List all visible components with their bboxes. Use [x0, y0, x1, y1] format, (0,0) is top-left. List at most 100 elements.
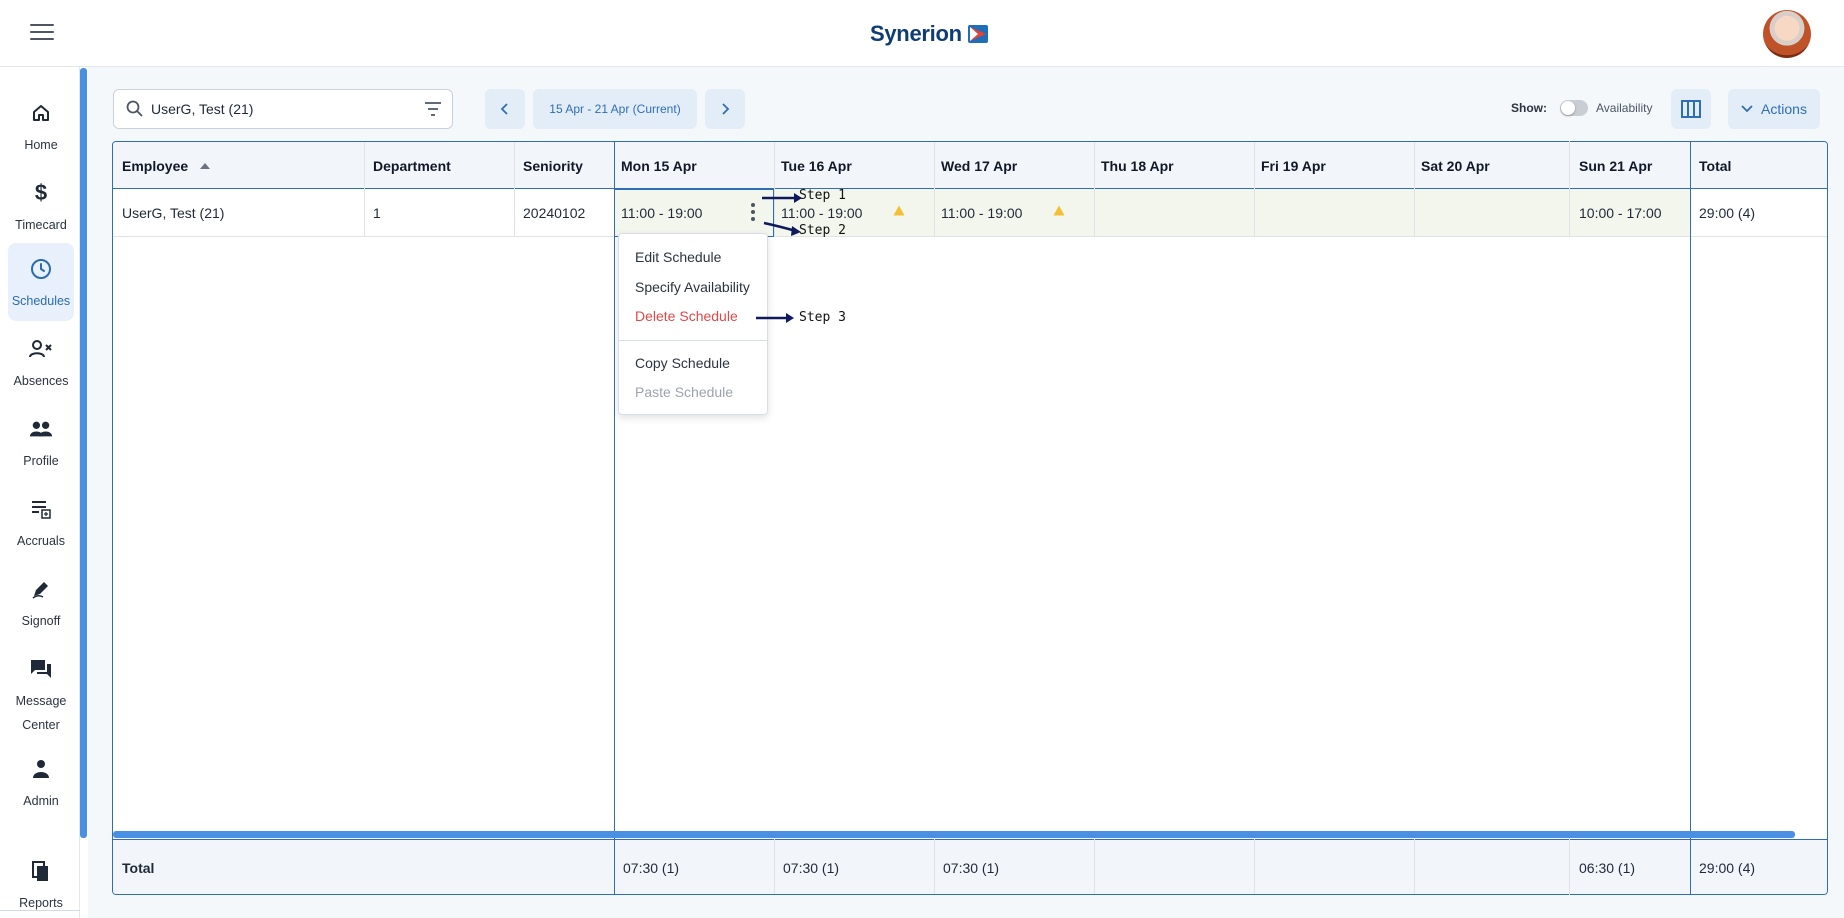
nav-label: Absences	[13, 374, 69, 388]
nav-item-profile[interactable]: Profile	[8, 403, 74, 481]
menu-copy-schedule[interactable]: Copy Schedule	[635, 355, 730, 371]
col-divider	[1569, 838, 1570, 895]
availability-toggle[interactable]	[1560, 100, 1588, 116]
step-3-arrow	[756, 313, 794, 323]
home-icon	[29, 101, 53, 125]
total-fri	[1254, 839, 1414, 894]
column-settings-button[interactable]	[1671, 89, 1711, 129]
nav-label-line2: Center	[22, 718, 60, 732]
step-3-annotation: Step 3	[799, 310, 846, 325]
previous-week-button[interactable]	[485, 89, 525, 129]
clock-icon	[29, 257, 53, 281]
sort-ascending-icon[interactable]	[200, 162, 211, 169]
nav-label-line1: Message	[15, 694, 67, 708]
chevron-right-icon	[722, 103, 730, 115]
cell-wed-shift[interactable]: 11:00 - 19:00	[934, 189, 1094, 237]
search-icon	[126, 100, 143, 117]
step-2-annotation: Step 2	[799, 223, 846, 238]
side-navigation: Home $ Timecard Schedules Absences Profi…	[0, 67, 80, 918]
nav-scrollbar[interactable]	[80, 68, 87, 838]
next-week-button[interactable]	[705, 89, 745, 129]
total-sat	[1414, 839, 1570, 894]
header-employee[interactable]: Employee	[113, 142, 364, 189]
nav-item-admin[interactable]: Admin	[8, 743, 74, 821]
header-tue[interactable]: Tue 16 Apr	[774, 142, 934, 189]
header-sat[interactable]: Sat 20 Apr	[1414, 142, 1570, 189]
nav-label: Profile	[23, 454, 59, 468]
warning-icon[interactable]	[893, 205, 905, 216]
nav-item-signoff[interactable]: Signoff	[8, 563, 74, 641]
chat-icon	[29, 657, 53, 681]
hamburger-menu-icon[interactable]	[30, 24, 54, 42]
brand-flag-icon	[967, 25, 988, 43]
cell-sun-shift[interactable]: 10:00 - 17:00	[1570, 189, 1690, 237]
top-bar: Synerion	[0, 0, 1844, 67]
nav-label: Admin	[23, 794, 59, 808]
cell-sat-shift[interactable]	[1414, 189, 1570, 237]
header-total[interactable]: Total	[1690, 142, 1827, 189]
cell-employee[interactable]: UserG, Test (21)	[113, 189, 364, 237]
cell-total[interactable]: 29:00 (4)	[1690, 189, 1827, 237]
frozen-divider	[614, 142, 615, 894]
search-input[interactable]: UserG, Test (21)	[151, 101, 253, 117]
cell-seniority[interactable]: 20240102	[514, 189, 614, 237]
total-tue: 07:30 (1)	[783, 859, 840, 876]
header-thu[interactable]: Thu 18 Apr	[1094, 142, 1254, 189]
user-avatar[interactable]	[1763, 10, 1811, 58]
more-options-icon[interactable]	[750, 203, 756, 225]
totals-label: Total	[122, 859, 155, 876]
warning-icon[interactable]	[1053, 205, 1065, 216]
signoff-icon	[29, 577, 53, 601]
show-label: Show:	[1511, 101, 1547, 115]
people-icon	[29, 417, 53, 441]
filter-icon[interactable]	[424, 101, 442, 117]
header-wed[interactable]: Wed 17 Apr	[934, 142, 1094, 189]
menu-paste-schedule: Paste Schedule	[635, 384, 734, 400]
nav-item-timecard[interactable]: $ Timecard	[8, 167, 74, 245]
menu-edit-schedule[interactable]: Edit Schedule	[635, 249, 721, 265]
nav-label: Reports	[19, 896, 63, 910]
nav-label: Home	[24, 138, 58, 152]
nav-item-home[interactable]: Home	[8, 87, 74, 165]
nav-item-absences[interactable]: Absences	[8, 323, 74, 401]
cell-fri-shift[interactable]	[1254, 189, 1414, 237]
nav-label: Accruals	[17, 534, 65, 548]
chevron-left-icon	[500, 103, 508, 115]
schedule-context-menu: Edit Schedule Specify Availability Delet…	[618, 233, 768, 415]
employee-search[interactable]: UserG, Test (21)	[113, 89, 453, 129]
header-fri[interactable]: Fri 19 Apr	[1254, 142, 1414, 189]
header-mon[interactable]: Mon 15 Apr	[614, 142, 774, 189]
menu-delete-schedule[interactable]: Delete Schedule	[635, 308, 738, 324]
header-seniority[interactable]: Seniority	[514, 142, 614, 189]
total-thu	[1094, 839, 1254, 894]
nav-item-reports[interactable]: Reports	[8, 845, 74, 918]
date-range-selector[interactable]: 15 Apr - 21 Apr (Current)	[533, 89, 697, 129]
toggle-knob	[1561, 101, 1575, 115]
step-1-annotation: Step 1	[799, 188, 846, 203]
availability-label: Availability	[1596, 101, 1653, 115]
nav-label: Message Center	[16, 689, 67, 737]
total-week: 29:00 (4)	[1699, 859, 1756, 876]
header-label: Employee	[122, 157, 189, 174]
col-divider	[1569, 141, 1570, 236]
actions-button[interactable]: Actions	[1728, 89, 1820, 129]
nav-item-schedules[interactable]: Schedules	[8, 243, 74, 321]
cell-thu-shift[interactable]	[1094, 189, 1254, 237]
menu-separator	[619, 340, 767, 341]
schedule-grid: Employee Department Seniority Mon 15 Apr…	[112, 141, 1828, 895]
total-sun: 06:30 (1)	[1579, 859, 1636, 876]
documents-icon	[29, 859, 53, 883]
nav-label: Timecard	[15, 218, 67, 232]
nav-label: Signoff	[21, 614, 61, 628]
brand-name: Synerion	[870, 21, 962, 46]
header-sun[interactable]: Sun 21 Apr	[1570, 142, 1690, 189]
nav-label: Schedules	[11, 294, 71, 308]
nav-item-message-center[interactable]: Message Center	[8, 643, 74, 743]
menu-specify-availability[interactable]: Specify Availability	[635, 279, 750, 295]
synerion-logo[interactable]: Synerion	[870, 20, 989, 48]
horizontal-scrollbar[interactable]	[113, 831, 1795, 838]
header-department[interactable]: Department	[364, 142, 514, 189]
nav-item-accruals[interactable]: Accruals	[8, 483, 74, 561]
cell-department[interactable]: 1	[364, 189, 514, 237]
total-divider	[1690, 142, 1691, 894]
